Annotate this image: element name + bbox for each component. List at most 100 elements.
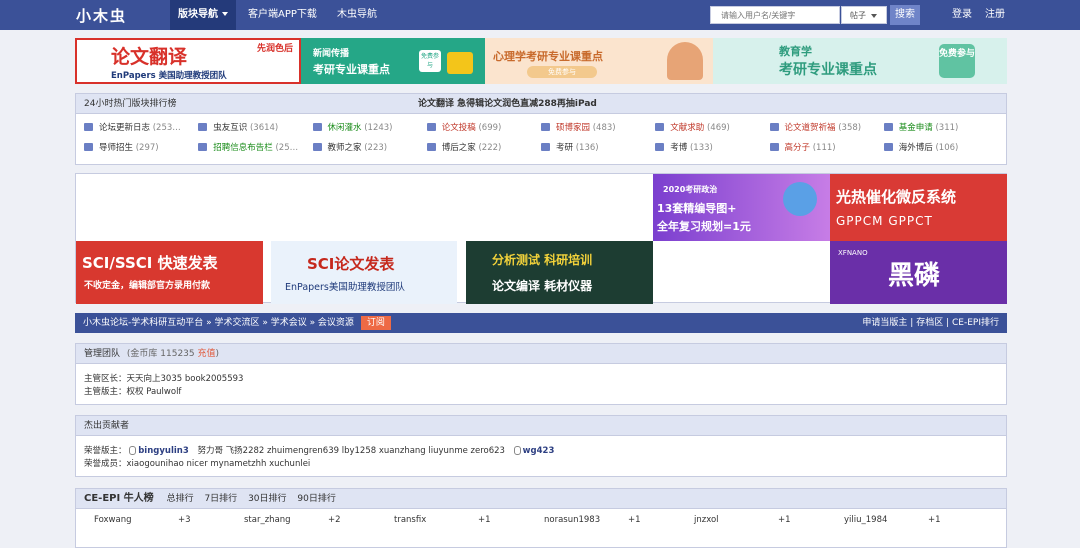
hot-forum-count: (253… (152, 123, 181, 133)
tab-total[interactable]: 总排行 (167, 494, 194, 504)
ce-epi-rank-link[interactable]: CE-EPI排行 (952, 318, 999, 328)
hot-forums-title: 24小时热门版块排行榜 (84, 99, 177, 109)
forum-icon (84, 123, 93, 131)
breadcrumb-path[interactable]: 小木虫论坛-学术科研互动平台 » 学术交流区 » 学术会议 » 会议资源 (83, 318, 354, 328)
search-button[interactable]: 搜索 (890, 5, 920, 25)
ce-epi-user[interactable]: jnzxol (694, 515, 719, 525)
hot-forum-item[interactable]: 休闲灌水 (1243) (312, 118, 427, 138)
hot-forum-item[interactable]: 导师招生 (297) (84, 138, 198, 158)
chevron-down-icon (222, 12, 228, 16)
hot-forums-panel: 24小时热门版块排行榜 论文翻译 急得辑论文润色直减288再抽iPad 论坛更新… (75, 93, 1007, 165)
hot-forum-item[interactable]: 海外博后 (106) (883, 138, 998, 158)
hot-forum-item[interactable]: 考博 (133) (655, 138, 769, 158)
recharge-link[interactable]: 充值 (198, 349, 216, 359)
hot-forum-name: 论文道贺祈福 (784, 123, 836, 133)
ce-epi-user[interactable]: Foxwang (94, 515, 132, 525)
hot-forum-count: (136) (575, 143, 599, 153)
login-link[interactable]: 登录 (952, 0, 972, 30)
hot-forum-count: (469) (706, 123, 730, 133)
hot-forum-count: (699) (478, 123, 502, 133)
hot-forum-name: 博后之家 (441, 143, 476, 153)
ad-guangre-sub: GPPCM GPPCT (836, 214, 933, 228)
person-illustration-icon (667, 42, 703, 80)
archive-link[interactable]: 存档区 (916, 318, 943, 328)
hot-forum-name: 招聘信息布告栏 (213, 143, 273, 153)
hot-forum-item[interactable]: 博后之家 (222) (426, 138, 541, 158)
ad-fenxi[interactable]: 分析测试 科研培训 论文编译 耗材仪器 (466, 241, 653, 304)
area-names[interactable]: 天天向上3035 book2005593 (127, 374, 244, 384)
ad-sci-paper[interactable]: SCI论文发表 EnPapers美国助理教授团队 (271, 241, 457, 304)
ad-xinwen[interactable]: 新闻传播 考研专业课重点 免费参与 (301, 38, 485, 84)
forum-icon (541, 143, 550, 151)
ad-heilin[interactable]: XFNANO 黑磷 (830, 241, 1007, 304)
ad-lunwen-tag: 先润色后 (256, 44, 293, 54)
ad-xinlixue[interactable]: 心理学考研专业课重点 免费参与 (485, 38, 713, 84)
hot-forum-item[interactable]: 硕博家园 (483) (541, 118, 655, 138)
mod-names[interactable]: 权权 Paulwolf (127, 387, 182, 397)
subscribe-button[interactable]: 订阅 (360, 316, 391, 330)
site-logo[interactable]: 小木虫 (76, 5, 127, 26)
nav-app-download[interactable]: 客户端APP下载 (248, 0, 317, 30)
fund-text: (金币库 115235 (126, 349, 195, 359)
ad-sci-ssci[interactable]: SCI/SSCI 快速发表 不收定金，编辑部官方录用付款 (76, 241, 263, 304)
apply-moderator-link[interactable]: 申请当版主 (862, 318, 907, 328)
management-title: 管理团队 (84, 349, 121, 359)
hot-forum-count: (223) (364, 143, 388, 153)
hot-forum-item[interactable]: 论坛更新日志 (253… (84, 118, 198, 138)
user-bingyulin3[interactable]: bingyulin3 (138, 446, 189, 456)
ce-epi-user[interactable]: norasun1983 (544, 515, 600, 525)
hot-forum-item[interactable]: 招聘信息布告栏 (25… (198, 138, 312, 158)
search-type-select[interactable]: 帖子 (841, 6, 887, 24)
hot-forum-count: (25… (275, 143, 299, 153)
hot-forum-item[interactable]: 文献求助 (469) (655, 118, 769, 138)
hot-forum-count: (222) (478, 143, 502, 153)
tab-7day[interactable]: 7日排行 (204, 494, 237, 504)
breadcrumb: 小木虫论坛-学术科研互动平台 » 学术交流区 » 学术会议 » 会议资源 订阅 … (75, 313, 1007, 333)
hot-forum-name: 文献求助 (670, 123, 705, 133)
ce-epi-user[interactable]: star_zhang (244, 515, 291, 525)
forum-icon (198, 123, 208, 131)
hot-forum-item[interactable]: 论文道贺祈福 (358) (769, 118, 884, 138)
area-managers: 主管区长：天天向上3035 book2005593 (84, 373, 998, 386)
management-body: 主管区长：天天向上3035 book2005593 主管版主：权权 Paulwo… (76, 364, 1006, 399)
ad-jiaoyuxue[interactable]: 教育学 考研专业课重点 免费参与 (713, 38, 1007, 84)
hot-forum-count: (133) (689, 143, 713, 153)
forum-icon (655, 123, 665, 131)
ad-sci-paper-sub: EnPapers美国助理教授团队 (285, 282, 405, 293)
nav-muchong[interactable]: 木虫导航 (337, 0, 377, 30)
hot-forums-promo[interactable]: 论文翻译 急得辑论文润色直减288再抽iPad (418, 94, 597, 114)
ad-kaoyan-zhengzhi[interactable]: 2020考研政治 13套精编导图+ 全年复习规划=1元 (653, 174, 830, 241)
hot-forum-count: (3614) (249, 123, 279, 133)
ad-guangre[interactable]: 光热催化微反系统 GPPCM GPPCT (830, 174, 1007, 241)
tab-90day[interactable]: 90日排行 (297, 494, 335, 504)
honor-mod-names[interactable]: 努力哥 飞扬2282 zhuimengren639 lby1258 xuanzh… (197, 446, 505, 456)
ad-xinlixue-title: 心理学考研专业课重点 (493, 50, 603, 63)
hot-forum-item[interactable]: 虫友互识 (3614) (198, 118, 312, 138)
user-wg423[interactable]: wg423 (523, 446, 555, 456)
register-link[interactable]: 注册 (985, 0, 1005, 30)
moderators: 主管版主：权权 Paulwolf (84, 386, 998, 399)
hot-forum-item[interactable]: 考研 (136) (541, 138, 655, 158)
hot-forum-item[interactable]: 基金申请 (311) (883, 118, 998, 138)
ad-xinwen-sub: 考研专业课重点 (313, 63, 390, 76)
breadcrumb-actions: 申请当版主 | 存档区 | CE-EPI排行 (862, 313, 999, 333)
ad-xinlixue-badge: 免费参与 (527, 66, 597, 78)
forum-icon (198, 143, 208, 151)
top-nav-bar: 小木虫 版块导航 客户端APP下载 木虫导航 帖子 搜索 登录 注册 (0, 0, 1080, 30)
honor-member-label: 荣誉成员： (84, 459, 127, 469)
ce-epi-user[interactable]: transfix (394, 515, 426, 525)
honor-member-names[interactable]: xiaogounihao nicer mynametzhh xuchunlei (127, 459, 311, 469)
search-input[interactable] (710, 6, 840, 24)
hot-forum-name: 考博 (670, 143, 688, 153)
nav-block-navigation[interactable]: 版块导航 (170, 0, 236, 30)
contributors-header: 杰出贡献者 (76, 416, 1006, 436)
hot-forum-item[interactable]: 高分子 (111) (769, 138, 884, 158)
ce-epi-user[interactable]: yiliu_1984 (844, 515, 887, 525)
hot-forum-item[interactable]: 教师之家 (223) (312, 138, 427, 158)
briefcase-icon (447, 52, 473, 74)
tab-30day[interactable]: 30日排行 (248, 494, 286, 504)
ad-fenxi-line1: 分析测试 科研培训 (492, 253, 593, 267)
hot-forum-item[interactable]: 论文投稿 (699) (426, 118, 541, 138)
ad-kaoyan-line3: 全年复习规划=1元 (657, 220, 751, 233)
ad-lunwen-fanyi[interactable]: 论文翻译 先润色后 EnPapers 美国助理教授团队 (75, 38, 301, 84)
